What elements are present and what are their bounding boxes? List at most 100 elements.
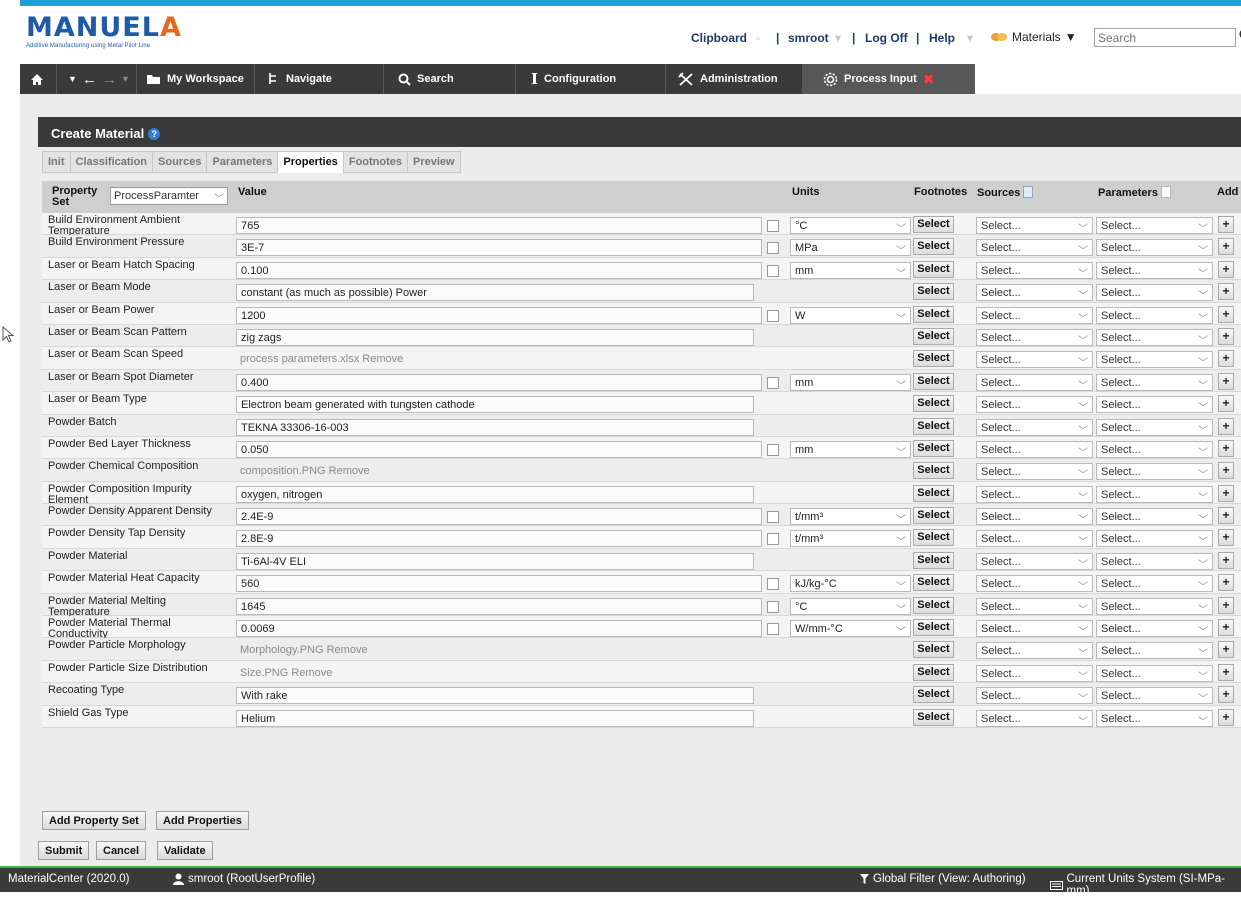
unit-select[interactable]: t/mm³﹀: [790, 530, 911, 547]
user-dropdown-icon[interactable]: ▾: [835, 31, 841, 45]
add-row-button[interactable]: +: [1218, 619, 1234, 636]
footnote-select-button[interactable]: Select: [913, 350, 954, 367]
value-input[interactable]: 0.400: [236, 374, 762, 391]
parameter-select[interactable]: Select...﹀: [1096, 642, 1213, 659]
value-checkbox[interactable]: [767, 310, 779, 322]
help-dropdown-icon[interactable]: ▾: [967, 31, 973, 45]
source-select[interactable]: Select...﹀: [976, 217, 1093, 234]
value-input[interactable]: zig zags: [236, 329, 754, 346]
forward-arrow-icon[interactable]: →: [102, 64, 117, 94]
nav-navigate[interactable]: Navigate: [268, 64, 332, 94]
tab-classification[interactable]: Classification: [70, 151, 153, 173]
footnote-select-button[interactable]: Select: [913, 261, 954, 278]
footnote-select-button[interactable]: Select: [913, 440, 954, 457]
footnote-select-button[interactable]: Select: [913, 462, 954, 479]
value-input[interactable]: 2.4E-9: [236, 508, 762, 525]
footnote-select-button[interactable]: Select: [913, 373, 954, 390]
source-select[interactable]: Select...﹀: [976, 486, 1093, 503]
parameter-select[interactable]: Select...﹀: [1096, 217, 1213, 234]
value-input[interactable]: Electron beam generated with tungsten ca…: [236, 396, 754, 413]
value-input[interactable]: With rake: [236, 687, 754, 704]
source-select[interactable]: Select...﹀: [976, 239, 1093, 256]
footnote-select-button[interactable]: Select: [913, 552, 954, 569]
add-row-button[interactable]: +: [1218, 261, 1234, 278]
nav-process-input[interactable]: Process Input ✖: [803, 64, 975, 94]
footnote-select-button[interactable]: Select: [913, 395, 954, 412]
current-user[interactable]: smroot (RootUserProfile): [173, 873, 315, 885]
footnote-select-button[interactable]: Select: [913, 529, 954, 546]
value-input[interactable]: Helium: [236, 710, 754, 727]
add-row-button[interactable]: +: [1218, 462, 1234, 479]
cancel-button[interactable]: Cancel: [96, 841, 146, 860]
unit-select[interactable]: mm﹀: [790, 374, 911, 391]
source-select[interactable]: Select...﹀: [976, 284, 1093, 301]
value-checkbox[interactable]: [767, 511, 779, 523]
close-icon[interactable]: ✖: [923, 71, 935, 88]
parameter-select[interactable]: Select...﹀: [1096, 374, 1213, 391]
unit-select[interactable]: W/mm-°C﹀: [790, 620, 911, 637]
footnote-select-button[interactable]: Select: [913, 709, 954, 726]
footnote-select-button[interactable]: Select: [913, 328, 954, 345]
add-row-button[interactable]: +: [1218, 238, 1234, 255]
value-input[interactable]: 3E-7: [236, 239, 762, 256]
nav-administration[interactable]: Administration: [678, 64, 778, 94]
parameter-select[interactable]: Select...﹀: [1096, 530, 1213, 547]
parameter-select[interactable]: Select...﹀: [1096, 620, 1213, 637]
value-input[interactable]: 0.050: [236, 441, 762, 458]
add-row-button[interactable]: +: [1218, 418, 1234, 435]
add-row-button[interactable]: +: [1218, 686, 1234, 703]
footnote-select-button[interactable]: Select: [913, 283, 954, 300]
unit-select[interactable]: kJ/kg-°C﹀: [790, 575, 911, 592]
source-select[interactable]: Select...﹀: [976, 441, 1093, 458]
parameter-select[interactable]: Select...﹀: [1096, 284, 1213, 301]
source-select[interactable]: Select...﹀: [976, 553, 1093, 570]
unit-select[interactable]: mm﹀: [790, 441, 911, 458]
source-select[interactable]: Select...﹀: [976, 710, 1093, 727]
parameter-select[interactable]: Select...﹀: [1096, 329, 1213, 346]
tab-properties[interactable]: Properties: [277, 151, 342, 173]
footnote-select-button[interactable]: Select: [913, 619, 954, 636]
forward-dropdown-icon[interactable]: ▼: [121, 64, 130, 94]
units-system[interactable]: Current Units System (SI-MPa-mm): [1050, 873, 1241, 897]
unit-select[interactable]: W﹀: [790, 307, 911, 324]
add-row-button[interactable]: +: [1218, 552, 1234, 569]
parameter-select[interactable]: Select...﹀: [1096, 396, 1213, 413]
parameter-select[interactable]: Select...﹀: [1096, 419, 1213, 436]
value-input[interactable]: 2.8E-9: [236, 530, 762, 547]
property-set-select[interactable]: ProcessParamter﹀: [110, 187, 228, 205]
add-row-button[interactable]: +: [1218, 485, 1234, 502]
source-select[interactable]: Select...﹀: [976, 508, 1093, 525]
value-checkbox[interactable]: [767, 623, 779, 635]
parameter-doc-icon[interactable]: [1161, 186, 1171, 198]
source-select[interactable]: Select...﹀: [976, 307, 1093, 324]
app-logo[interactable]: MANUELA Additive Manufacturing using Met…: [26, 14, 182, 49]
add-row-button[interactable]: +: [1218, 306, 1234, 323]
value-input[interactable]: TEKNA 33306-16-003: [236, 419, 754, 436]
user-link[interactable]: smroot: [788, 31, 829, 45]
parameter-select[interactable]: Select...﹀: [1096, 710, 1213, 727]
parameter-select[interactable]: Select...﹀: [1096, 508, 1213, 525]
footnote-select-button[interactable]: Select: [913, 306, 954, 323]
value-input[interactable]: oxygen, nitrogen: [236, 486, 754, 503]
nav-my-workspace[interactable]: My Workspace: [146, 64, 244, 94]
submit-button[interactable]: Submit: [38, 841, 89, 860]
footnote-select-button[interactable]: Select: [913, 216, 954, 233]
add-property-set-button[interactable]: Add Property Set: [42, 811, 146, 830]
unit-select[interactable]: °C﹀: [790, 217, 911, 234]
clipboard-link[interactable]: Clipboard: [691, 31, 747, 45]
add-row-button[interactable]: +: [1218, 709, 1234, 726]
parameter-select[interactable]: Select...﹀: [1096, 262, 1213, 279]
back-arrow-icon[interactable]: ←: [82, 64, 97, 94]
add-row-button[interactable]: +: [1218, 664, 1234, 681]
search-input[interactable]: [1094, 28, 1236, 47]
footnote-select-button[interactable]: Select: [913, 507, 954, 524]
value-checkbox[interactable]: [767, 220, 779, 232]
value-input[interactable]: 0.100: [236, 262, 762, 279]
add-row-button[interactable]: +: [1218, 507, 1234, 524]
nav-configuration[interactable]: I Configuration: [531, 64, 616, 94]
add-row-button[interactable]: +: [1218, 440, 1234, 457]
parameter-select[interactable]: Select...﹀: [1096, 486, 1213, 503]
home-button[interactable]: [30, 64, 44, 94]
value-input[interactable]: 560: [236, 575, 762, 592]
parameter-select[interactable]: Select...﹀: [1096, 665, 1213, 682]
